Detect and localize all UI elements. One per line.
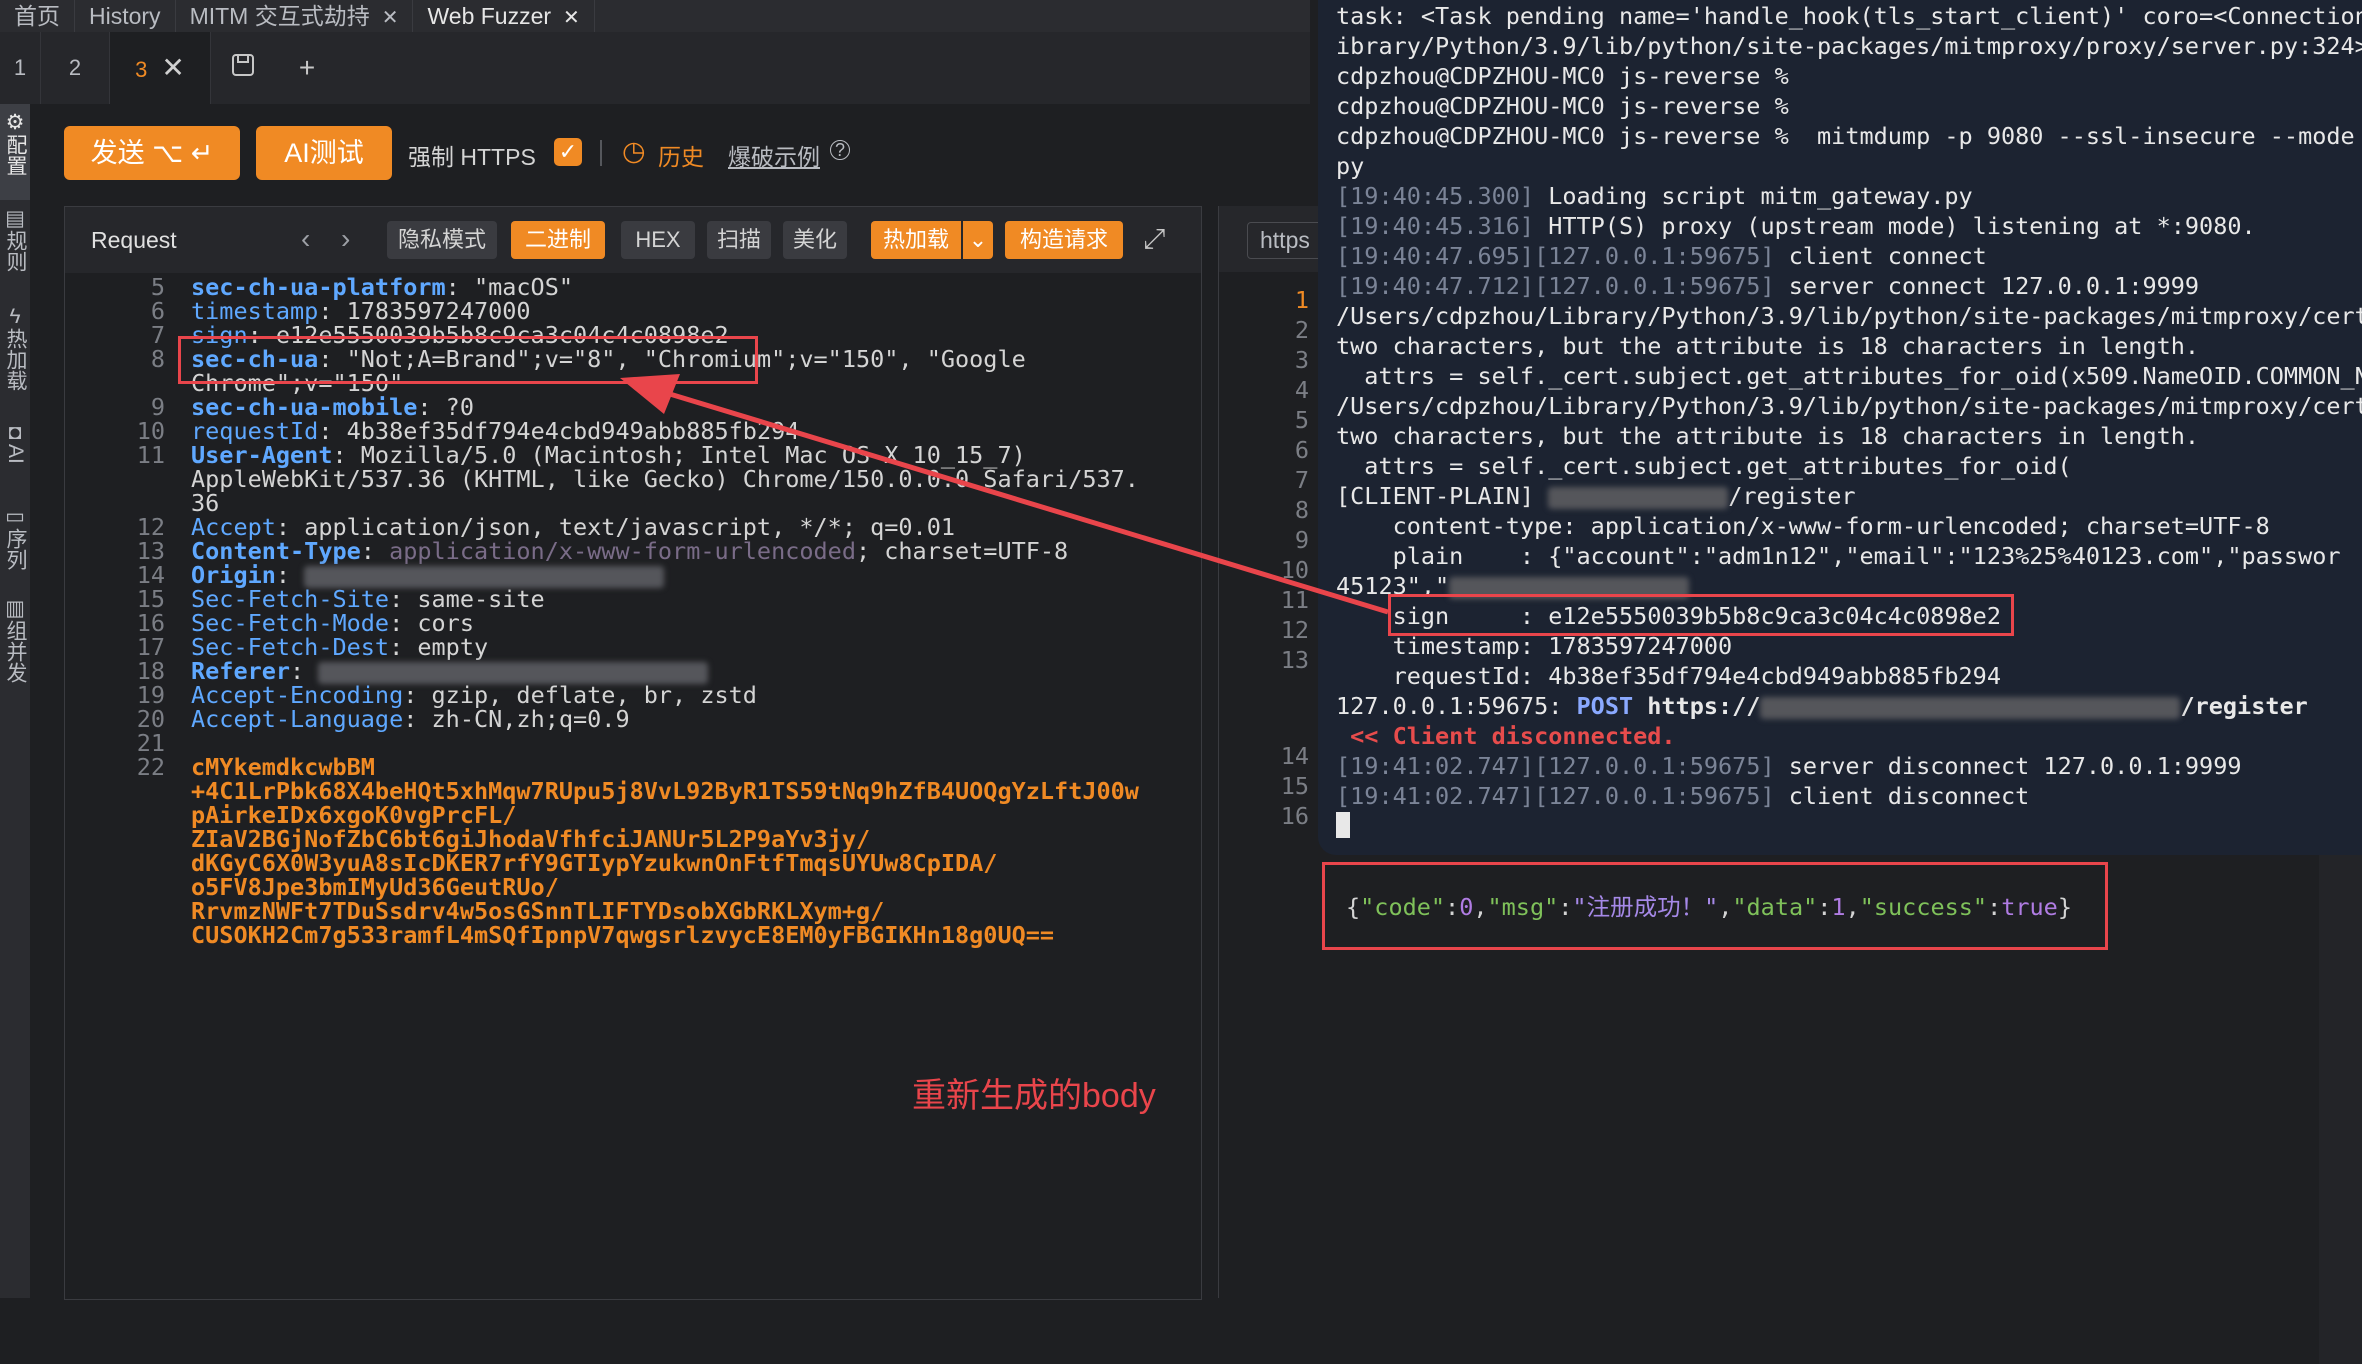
annotation-label: 重新生成的body bbox=[912, 1077, 1156, 1115]
arrow-head bbox=[620, 374, 680, 414]
arrow-line bbox=[649, 385, 1389, 615]
annotation-arrow bbox=[620, 374, 1389, 615]
